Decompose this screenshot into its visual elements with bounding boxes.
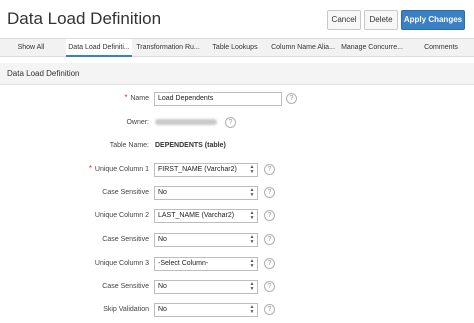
up-down-arrows-icon: ▲ ▼ xyxy=(249,234,255,245)
case-sensitive-1-row: Case Sensitive No ▲ ▼ ? xyxy=(0,186,474,202)
skip-validation-select[interactable]: No ▲ ▼ xyxy=(154,303,258,317)
region-header: Data Load Definition xyxy=(0,63,474,85)
apply-changes-button[interactable]: Apply Changes xyxy=(401,10,465,30)
tab-show-all[interactable]: Show All xyxy=(0,39,62,57)
required-icon: * xyxy=(124,93,128,102)
up-down-arrows-icon: ▲ ▼ xyxy=(249,164,255,175)
cancel-button[interactable]: Cancel xyxy=(327,10,361,30)
up-down-arrows-icon: ▲ ▼ xyxy=(249,187,255,198)
unique-column-1-row: * Unique Column 1 FIRST_NAME (Varchar2) ▲ ▼… xyxy=(0,163,474,179)
up-down-arrows-icon: ▲ ▼ xyxy=(249,304,255,315)
page-title: Data Load Definition xyxy=(7,9,162,28)
region-title: Data Load Definition xyxy=(7,69,80,78)
delete-button[interactable]: Delete xyxy=(364,10,398,30)
help-icon[interactable]: ? xyxy=(264,281,275,292)
tab-column-name-aliases[interactable]: Column Name Alia... xyxy=(270,39,336,57)
help-icon[interactable]: ? xyxy=(264,234,275,245)
help-icon[interactable]: ? xyxy=(264,258,275,269)
help-icon[interactable]: ? xyxy=(225,117,236,128)
case-sensitive-3-label: Case Sensitive xyxy=(102,283,149,290)
unique-column-1-select[interactable]: FIRST_NAME (Varchar2) ▲ ▼ xyxy=(154,163,258,177)
case-sensitive-2-select[interactable]: No ▲ ▼ xyxy=(154,233,258,247)
case-sensitive-3-row: Case Sensitive No ▲ ▼ ? xyxy=(0,280,474,296)
case-sensitive-3-select[interactable]: No ▲ ▼ xyxy=(154,280,258,294)
help-icon[interactable]: ? xyxy=(264,187,275,198)
tab-data-load-definition[interactable]: Data Load Definiti... xyxy=(66,39,132,57)
name-input[interactable]: Load Dependents xyxy=(154,92,282,106)
tab-manage-concurrency[interactable]: Manage Concurre... xyxy=(340,39,404,57)
required-icon: * xyxy=(88,164,93,173)
owner-value xyxy=(155,119,217,127)
unique-column-3-select[interactable]: -Select Column- ▲ ▼ xyxy=(154,257,258,271)
help-icon[interactable]: ? xyxy=(286,93,297,104)
unique-column-2-label: Unique Column 2 xyxy=(94,212,149,219)
owner-label: Owner: xyxy=(126,119,149,126)
up-down-arrows-icon: ▲ ▼ xyxy=(249,281,255,292)
help-icon[interactable]: ? xyxy=(264,210,275,221)
unique-column-2-row: Unique Column 2 LAST_NAME (Varchar2) ▲ ▼ ? xyxy=(0,209,474,225)
help-icon[interactable]: ? xyxy=(264,304,275,315)
tab-transformation-rules[interactable]: Transformation Ru... xyxy=(135,39,201,57)
name-row: * Name Load Dependents ? xyxy=(0,92,474,108)
redacted-owner xyxy=(155,119,217,125)
skip-validation-label: Skip Validation xyxy=(103,306,149,313)
case-sensitive-2-row: Case Sensitive No ▲ ▼ ? xyxy=(0,233,474,249)
help-icon[interactable]: ? xyxy=(264,164,275,175)
table-name-label: Table Name: xyxy=(109,142,149,149)
unique-column-2-select[interactable]: LAST_NAME (Varchar2) ▲ ▼ xyxy=(154,209,258,223)
tab-comments[interactable]: Comments xyxy=(410,39,472,57)
table-name-row: Table Name: DEPENDENTS (table) xyxy=(0,139,474,155)
table-name-value: DEPENDENTS (table) xyxy=(155,142,226,149)
name-label: * Name xyxy=(124,93,149,102)
skip-validation-row: Skip Validation No ▲ ▼ ? xyxy=(0,303,474,319)
tab-bar: Show All Data Load Definiti... Transform… xyxy=(0,38,474,57)
unique-column-3-row: Unique Column 3 -Select Column- ▲ ▼ ? xyxy=(0,257,474,273)
up-down-arrows-icon: ▲ ▼ xyxy=(249,258,255,269)
owner-row: Owner: ? xyxy=(0,116,474,132)
tab-table-lookups[interactable]: Table Lookups xyxy=(204,39,266,57)
up-down-arrows-icon: ▲ ▼ xyxy=(249,210,255,221)
case-sensitive-2-label: Case Sensitive xyxy=(102,236,149,243)
unique-column-3-label: Unique Column 3 xyxy=(94,260,149,267)
unique-column-1-label: * Unique Column 1 xyxy=(88,164,149,173)
case-sensitive-1-select[interactable]: No ▲ ▼ xyxy=(154,186,258,200)
case-sensitive-1-label: Case Sensitive xyxy=(102,189,149,196)
page-header: Data Load Definition Cancel Delete Apply… xyxy=(0,0,474,38)
